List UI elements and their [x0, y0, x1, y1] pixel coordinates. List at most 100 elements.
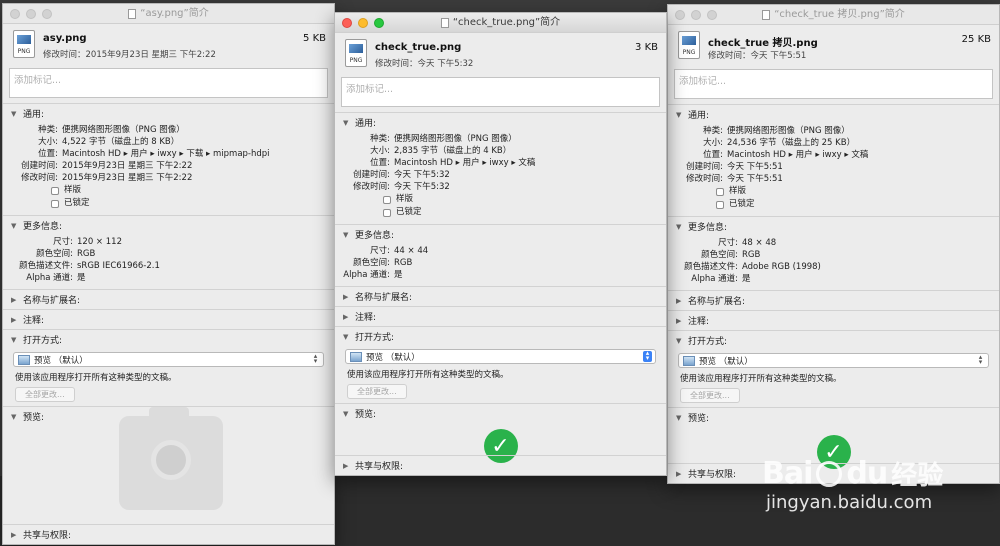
change-all-button[interactable]: 全部更改... [15, 387, 75, 402]
alpha-label: Alpha 通道: [26, 273, 73, 283]
zoom-button[interactable] [42, 9, 52, 19]
color-profile-label: 颜色描述文件: [684, 262, 738, 272]
section-preview[interactable]: ▼ 预览: [668, 407, 999, 427]
section-open-with[interactable]: ▼ 打开方式: [3, 329, 334, 349]
size-label: 大小: [38, 137, 58, 147]
disclosure-open-icon: ▼ [676, 413, 682, 422]
alpha-label: Alpha 通道: [343, 270, 390, 280]
close-button[interactable] [675, 10, 685, 20]
change-all-button[interactable]: 全部更改... [680, 388, 740, 403]
section-preview[interactable]: ▼ 预览: [335, 403, 666, 423]
disclosure-open-icon: ▼ [11, 412, 17, 421]
modified-label: 修改时间: [353, 182, 390, 192]
more-info: 尺寸: 44 × 44 颜色空间: RGB Alpha 通道: 是 [335, 244, 666, 286]
close-button[interactable] [342, 18, 352, 28]
close-button[interactable] [10, 9, 20, 19]
section-open-with[interactable]: ▼ 打开方式: [335, 326, 666, 346]
section-more-info[interactable]: ▼ 更多信息: [335, 224, 666, 244]
kind-value: 便携网络图形图像（PNG 图像） [394, 134, 517, 144]
open-with-select[interactable]: 预览 （默认） ▴ ▾ [13, 352, 324, 367]
section-comments[interactable]: ▶ 注释: [3, 309, 334, 329]
window-controls [675, 10, 717, 20]
tags-field[interactable]: 添加标记... [341, 77, 660, 107]
info-window-check-true-copy: “check_true 拷贝.png”简介 PNG check_true 拷贝.… [667, 4, 1000, 484]
window-title: “check_true 拷贝.png”简介 [762, 5, 905, 24]
section-label: 更多信息: [23, 222, 63, 232]
section-comments[interactable]: ▶ 注释: [335, 306, 666, 326]
tags-field[interactable]: 添加标记... [674, 69, 993, 99]
stationery-checkbox[interactable]: 样版 [335, 193, 666, 206]
general-info: 种类: 便携网络图形图像（PNG 图像） 大小: 2,835 字节（磁盘上的 4 K… [335, 132, 666, 224]
file-name: check_true 拷贝.png [708, 38, 818, 49]
disclosure-closed-icon: ▶ [11, 530, 17, 539]
disclosure-closed-icon: ▶ [343, 461, 349, 470]
checkbox-label: 样版 [729, 186, 747, 196]
dimensions-value: 48 × 48 [742, 238, 777, 248]
color-profile-value: Adobe RGB (1998) [742, 262, 821, 272]
window-title: “asy.png”简介 [128, 4, 209, 23]
alpha-value: 是 [394, 270, 403, 280]
info-window-check-true: “check_true.png”简介 PNG check_true.png 3 … [334, 12, 667, 476]
disclosure-open-icon: ▼ [11, 109, 17, 118]
selected-app: 预览 （默认） [366, 352, 420, 363]
section-comments[interactable]: ▶ 注释: [668, 310, 999, 330]
paw-icon [816, 460, 843, 487]
stationery-checkbox[interactable]: 样版 [3, 184, 334, 197]
title-bar[interactable]: “check_true.png”简介 [335, 13, 666, 33]
section-label: 预览: [355, 410, 377, 420]
dimensions-value: 120 × 112 [77, 237, 122, 247]
info-window-asy: “asy.png”简介 PNG asy.png 5 KB 修改时间：2015年9… [2, 3, 335, 545]
minimize-button[interactable] [691, 10, 701, 20]
kind-label: 种类: [38, 125, 58, 135]
alpha-value: 是 [77, 273, 86, 283]
zoom-button[interactable] [374, 18, 384, 28]
file-size: 25 KB [961, 34, 991, 45]
zoom-button[interactable] [707, 10, 717, 20]
section-general[interactable]: ▼ 通用: [335, 112, 666, 132]
section-more-info[interactable]: ▼ 更多信息: [668, 216, 999, 236]
file-modified: 修改时间：2015年9月23日 星期三 下午2:22 [43, 50, 216, 60]
file-name: check_true.png [375, 42, 462, 53]
section-sharing[interactable]: ▶ 共享与权限: [335, 455, 666, 475]
title-bar[interactable]: “check_true 拷贝.png”简介 [668, 5, 999, 25]
section-label: 共享与权限: [688, 470, 737, 480]
baidu-jingyan-watermark: Bai du 经验 jingyan.baidu.com [762, 455, 943, 513]
change-all-button[interactable]: 全部更改... [347, 384, 407, 399]
alpha-label: Alpha 通道: [691, 274, 738, 284]
size-value: 4,522 字节（磁盘上的 8 KB） [62, 137, 180, 147]
section-general[interactable]: ▼ 通用: [668, 104, 999, 124]
open-with-select[interactable]: 预览 （默认） ▴ ▾ [345, 349, 656, 364]
disclosure-closed-icon: ▶ [343, 292, 349, 301]
watermark-brand: Bai [762, 456, 813, 491]
checkbox-label: 已锁定 [396, 207, 422, 217]
alpha-value: 是 [742, 274, 751, 284]
dimensions-value: 44 × 44 [394, 246, 429, 256]
stepper-icon: ▴ ▾ [978, 353, 983, 366]
stationery-checkbox[interactable]: 样版 [668, 185, 999, 198]
section-name-extension[interactable]: ▶ 名称与扩展名: [335, 286, 666, 306]
open-with-select[interactable]: 预览 （默认） ▴ ▾ [678, 353, 989, 368]
locked-checkbox[interactable]: 已锁定 [3, 197, 334, 210]
section-general[interactable]: ▼ 通用: [3, 103, 334, 123]
disclosure-open-icon: ▼ [11, 335, 17, 344]
section-open-with[interactable]: ▼ 打开方式: [668, 330, 999, 350]
disclosure-closed-icon: ▶ [343, 312, 349, 321]
minimize-button[interactable] [26, 9, 36, 19]
disclosure-closed-icon: ▶ [676, 296, 682, 305]
disclosure-open-icon: ▼ [343, 118, 349, 127]
camera-placeholder-icon [119, 407, 223, 510]
title-bar[interactable]: “asy.png”简介 [3, 4, 334, 24]
more-info: 尺寸: 120 × 112 颜色空间: RGB 颜色描述文件: sRGB IEC619… [3, 235, 334, 289]
modified-value: 今天 下午5:51 [727, 174, 783, 184]
kind-value: 便携网络图形图像（PNG 图像） [727, 126, 850, 136]
size-value: 2,835 字节（磁盘上的 4 KB） [394, 146, 512, 156]
minimize-button[interactable] [358, 18, 368, 28]
file-name: asy.png [43, 33, 87, 44]
tags-field[interactable]: 添加标记... [9, 68, 328, 98]
locked-checkbox[interactable]: 已锁定 [668, 198, 999, 211]
locked-checkbox[interactable]: 已锁定 [335, 206, 666, 219]
section-more-info[interactable]: ▼ 更多信息: [3, 215, 334, 235]
section-name-extension[interactable]: ▶ 名称与扩展名: [3, 289, 334, 309]
section-sharing[interactable]: ▶ 共享与权限: [3, 524, 334, 544]
section-name-extension[interactable]: ▶ 名称与扩展名: [668, 290, 999, 310]
